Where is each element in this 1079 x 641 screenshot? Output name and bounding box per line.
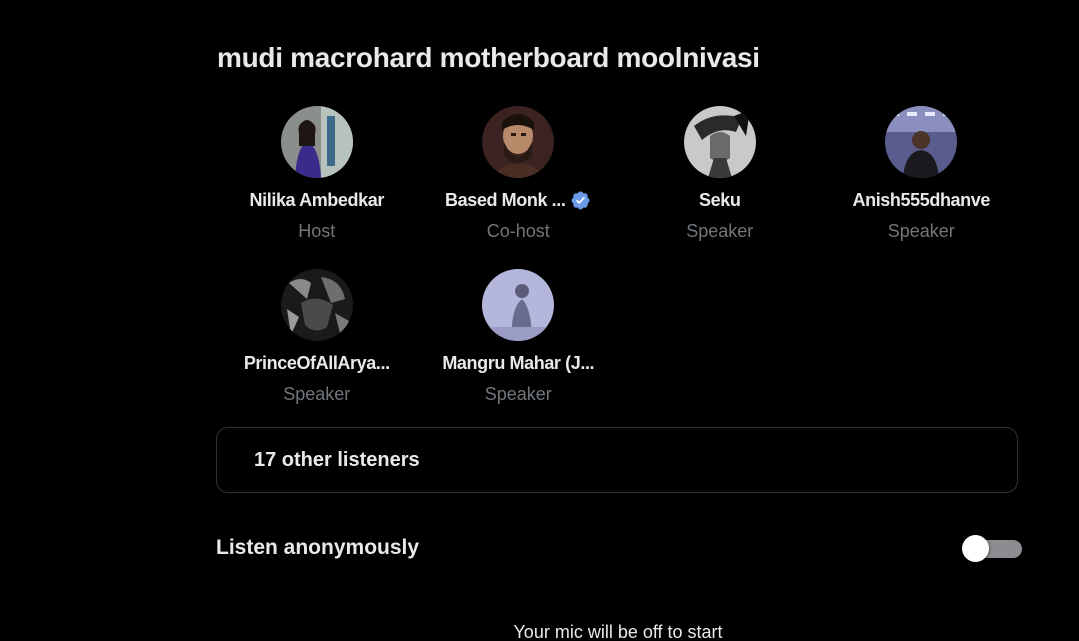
participant-role: Speaker	[484, 384, 552, 404]
participant-role: Host	[298, 221, 336, 241]
participant-name: Mangru Mahar (J...	[442, 353, 595, 373]
participant-name: Nilika Ambedkar	[249, 190, 385, 210]
other-listeners-label: 17 other listeners	[254, 448, 420, 471]
avatar[interactable]	[482, 269, 555, 341]
verified-badge-icon	[572, 191, 590, 210]
avatar[interactable]	[280, 269, 353, 341]
toggle-knob	[962, 535, 989, 562]
participant-based-monk[interactable]: Based Monk ... Co-host	[418, 106, 620, 269]
participant-grid: Nilika Ambedkar Host Based Monk ... Co-h…	[216, 106, 1022, 432]
participant-role: Speaker	[686, 221, 754, 241]
space-panel: mudi macrohard motherboard moolnivasi Ni…	[0, 0, 1079, 641]
participant-role: Speaker	[283, 384, 351, 404]
listen-anonymously-label: Listen anonymously	[216, 536, 420, 559]
listen-anonymously-toggle[interactable]	[962, 535, 1022, 562]
mic-off-note: Your mic will be off to start	[513, 622, 723, 641]
other-listeners-button[interactable]: 17 other listeners	[216, 427, 1018, 493]
participant-nilika-ambedkar[interactable]: Nilika Ambedkar Host	[216, 106, 418, 269]
avatar[interactable]	[280, 106, 353, 178]
participant-name: Anish555dhanve	[852, 190, 991, 210]
participant-anish555dhanve[interactable]: Anish555dhanve Speaker	[821, 106, 1023, 269]
listen-anonymously-row: Listen anonymously	[216, 530, 1022, 566]
participant-name: PrinceOfAllArya...	[243, 353, 390, 373]
participant-princeofallarya[interactable]: PrinceOfAllArya... Speaker	[216, 269, 418, 432]
avatar[interactable]	[885, 106, 958, 178]
participant-name: Seku	[699, 190, 741, 210]
participant-seku[interactable]: Seku Speaker	[619, 106, 821, 269]
space-title: mudi macrohard motherboard moolnivasi	[217, 42, 760, 73]
participant-role: Co-host	[486, 221, 550, 241]
participant-role: Speaker	[887, 221, 955, 241]
avatar[interactable]	[683, 106, 756, 178]
avatar[interactable]	[482, 106, 555, 178]
participant-mangru-mahar[interactable]: Mangru Mahar (J... Speaker	[418, 269, 620, 432]
participant-name: Based Monk ...	[445, 190, 566, 210]
